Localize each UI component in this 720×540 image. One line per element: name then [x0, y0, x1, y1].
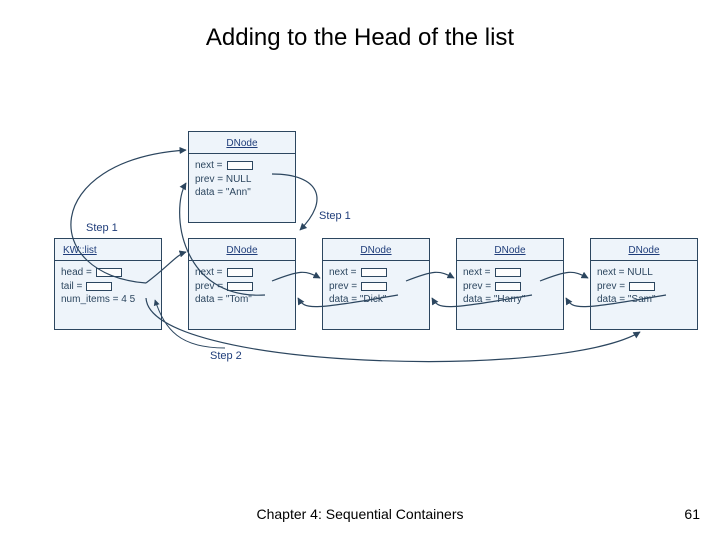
pointer-slot [227, 161, 253, 170]
kwlist-header: KW::list [55, 239, 161, 261]
node-header: DNode [323, 239, 429, 261]
field-data: data = "Tom" [195, 293, 252, 307]
field-prev: prev = [195, 280, 223, 294]
step1-right-label: Step 1 [319, 210, 351, 222]
field-next: next = [195, 159, 223, 173]
dnode-harry: DNode next = prev = data = "Harry" [456, 238, 564, 330]
pointer-slot [86, 282, 112, 291]
step2-label: Step 2 [210, 350, 242, 362]
dnode-dick: DNode next = prev = data = "Dick" [322, 238, 430, 330]
field-next: next = [329, 266, 357, 280]
pointer-slot [629, 282, 655, 291]
node-header: DNode [457, 239, 563, 261]
page-title: Adding to the Head of the list [0, 24, 720, 52]
field-prev: prev = [463, 280, 491, 294]
field-next: next = [463, 266, 491, 280]
field-numitems: num_items = 4 5 [61, 293, 135, 307]
field-next: next = NULL [597, 266, 653, 280]
field-data: data = "Harry" [463, 293, 525, 307]
footer-chapter: Chapter 4: Sequential Containers [0, 506, 720, 522]
field-data: data = "Ann" [195, 186, 251, 200]
dnode-ann: DNode next = prev = NULL data = "Ann" [188, 131, 296, 223]
field-prev: prev = [597, 280, 625, 294]
pointer-slot [227, 268, 253, 277]
node-header: DNode [591, 239, 697, 261]
node-header: DNode [189, 239, 295, 261]
footer-page: 61 [684, 506, 700, 522]
pointer-slot [495, 282, 521, 291]
pointer-slot [495, 268, 521, 277]
field-next: next = [195, 266, 223, 280]
kwlist-box: KW::list head = tail = num_items = 4 5 [54, 238, 162, 330]
field-prev: prev = [329, 280, 357, 294]
dnode-sam: DNode next = NULL prev = data = "Sam" [590, 238, 698, 330]
field-data: data = "Sam" [597, 293, 656, 307]
node-header: DNode [189, 132, 295, 154]
step1-left-label: Step 1 [86, 222, 118, 234]
field-head: head = [61, 266, 92, 280]
pointer-slot [96, 268, 122, 277]
pointer-slot [361, 282, 387, 291]
field-prev: prev = NULL [195, 173, 251, 187]
pointer-slot [361, 268, 387, 277]
pointer-slot [227, 282, 253, 291]
field-data: data = "Dick" [329, 293, 386, 307]
dnode-tom: DNode next = prev = data = "Tom" [188, 238, 296, 330]
field-tail: tail = [61, 280, 82, 294]
